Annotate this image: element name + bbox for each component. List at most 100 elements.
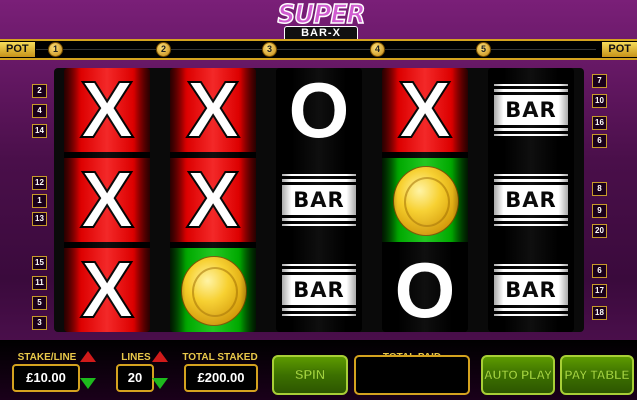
lines-increase-icon[interactable] — [152, 351, 168, 362]
payline-marker-right[interactable]: 18 — [592, 306, 607, 320]
bar-stripe — [494, 311, 568, 314]
bar-plate: BAR — [494, 174, 568, 226]
symbol-glyph: X — [185, 155, 240, 244]
reel-symbol-coin — [382, 158, 468, 242]
bar-label: BAR — [282, 279, 356, 301]
payline-marker-left[interactable]: 14 — [32, 124, 47, 138]
reel-4: XO — [382, 68, 468, 332]
pot-track — [36, 49, 596, 50]
pot-number-5: 5 — [476, 42, 491, 57]
bar-stripe — [282, 215, 356, 218]
total-staked-value: £200.00 — [184, 364, 258, 392]
reel-symbol-o: O — [382, 248, 468, 332]
reel-1: XXX — [64, 68, 150, 332]
lines-label: LINES — [121, 352, 151, 363]
pot-bar: POT 1 2 3 4 5 POT — [0, 39, 637, 60]
payline-marker-right[interactable]: 8 — [592, 182, 607, 196]
bar-stripe — [494, 266, 568, 269]
bar-label: BAR — [494, 279, 568, 301]
bar-plate: BAR — [494, 84, 568, 136]
stake-label: STAKE/LINE — [17, 352, 77, 363]
symbol-glyph: O — [394, 246, 456, 332]
stake-decrease-icon[interactable] — [80, 378, 96, 389]
bar-label: BAR — [494, 99, 568, 121]
bar-stripe — [494, 215, 568, 218]
total-staked-label: TOTAL STAKED — [182, 352, 258, 363]
payline-marker-left[interactable]: 5 — [32, 296, 47, 310]
payline-marker-right[interactable]: 10 — [592, 94, 607, 108]
coin-laurel-icon — [404, 177, 450, 227]
payline-marker-left[interactable]: 3 — [32, 316, 47, 330]
bar-stripe — [494, 131, 568, 134]
payline-marker-right[interactable]: 16 — [592, 116, 607, 130]
paytable-button[interactable]: PAY TABLE — [560, 355, 634, 395]
bar-stripe — [494, 182, 568, 185]
reel-symbol-bar: BAR — [276, 158, 362, 242]
bar-stripe — [282, 272, 356, 275]
bar-stripe — [282, 176, 356, 179]
bar-label: BAR — [282, 189, 356, 211]
payline-marker-left[interactable]: 12 — [32, 176, 47, 190]
coin-icon — [393, 166, 459, 236]
reel-2: XX — [170, 68, 256, 332]
pot-number-1: 1 — [48, 42, 63, 57]
payline-marker-left[interactable]: 13 — [32, 212, 47, 226]
lines-decrease-icon[interactable] — [152, 378, 168, 389]
reel-symbol-bar: BAR — [488, 68, 574, 152]
bar-stripe — [282, 266, 356, 269]
reel-3: O BAR BAR — [276, 68, 362, 332]
payline-marker-right[interactable]: 6 — [592, 134, 607, 148]
symbol-glyph: O — [288, 68, 350, 154]
bar-stripe — [282, 182, 356, 185]
bar-stripe — [494, 125, 568, 128]
spin-button[interactable]: SPIN — [272, 355, 348, 395]
pot-number-3: 3 — [262, 42, 277, 57]
symbol-glyph: X — [79, 245, 134, 333]
coin-laurel-icon — [192, 267, 238, 317]
payline-marker-left[interactable]: 1 — [32, 194, 47, 208]
reel-symbol-x: X — [64, 157, 150, 243]
pot-number-2: 2 — [156, 42, 171, 57]
bar-plate: BAR — [282, 174, 356, 226]
symbol-glyph: X — [397, 68, 452, 154]
bar-stripe — [282, 311, 356, 314]
bar-plate: BAR — [282, 264, 356, 316]
payline-marker-right[interactable]: 20 — [592, 224, 607, 238]
stake-value: £10.00 — [12, 364, 80, 392]
bar-stripe — [494, 221, 568, 224]
autoplay-button[interactable]: AUTO PLAY — [481, 355, 555, 395]
bar-stripe — [282, 221, 356, 224]
pot-number-4: 4 — [370, 42, 385, 57]
reel-symbol-x: X — [64, 68, 150, 154]
payline-marker-right[interactable]: 7 — [592, 74, 607, 88]
stake-increase-icon[interactable] — [80, 351, 96, 362]
game-stage: SUPER POTS BAR-X POT 1 2 3 4 5 POT XXXXX… — [0, 0, 637, 400]
bar-stripe — [494, 92, 568, 95]
reel-symbol-x: X — [170, 155, 256, 244]
payline-marker-left[interactable]: 11 — [32, 276, 47, 290]
bar-stripe — [494, 272, 568, 275]
reel-symbol-bar: BAR — [276, 248, 362, 332]
pot-label-left: POT — [0, 42, 35, 57]
payline-marker-right[interactable]: 9 — [592, 204, 607, 218]
reel-5: BAR BAR BAR — [488, 68, 574, 332]
lines-value: 20 — [116, 364, 154, 392]
coin-icon — [181, 256, 247, 326]
bar-stripe — [494, 176, 568, 179]
payline-marker-left[interactable]: 4 — [32, 104, 47, 118]
reel-symbol-x: X — [64, 245, 150, 333]
payline-marker-left[interactable]: 15 — [32, 256, 47, 270]
bar-label: BAR — [494, 189, 568, 211]
reel-symbol-x: X — [170, 68, 256, 154]
symbol-glyph: X — [79, 68, 134, 154]
pot-label-right: POT — [602, 42, 637, 57]
total-paid-display — [354, 355, 470, 395]
reel-symbol-bar: BAR — [488, 158, 574, 242]
symbol-glyph: X — [185, 68, 240, 154]
bar-plate: BAR — [494, 264, 568, 316]
payline-marker-right[interactable]: 17 — [592, 284, 607, 298]
reel-symbol-bar: BAR — [488, 248, 574, 332]
payline-marker-right[interactable]: 6 — [592, 264, 607, 278]
payline-marker-left[interactable]: 2 — [32, 84, 47, 98]
reel-symbol-o: O — [276, 68, 362, 152]
